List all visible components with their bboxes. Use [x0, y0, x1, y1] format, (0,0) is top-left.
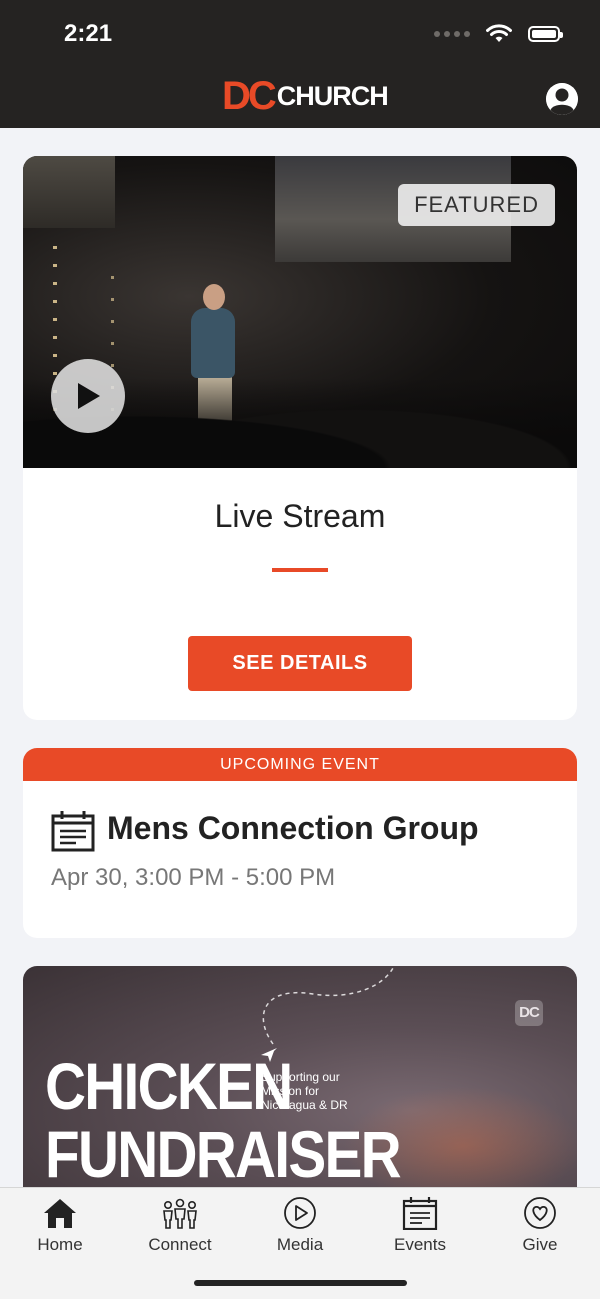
tab-give-label: Give — [522, 1235, 558, 1254]
upcoming-event-card[interactable]: UPCOMING EVENT Mens Connection Group Apr… — [23, 748, 577, 938]
people-icon — [163, 1198, 197, 1229]
promo-image[interactable]: DC Supporting our Mission for Nicaragua … — [23, 966, 577, 1206]
tab-events-label: Events — [394, 1235, 446, 1254]
calendar-icon — [402, 1197, 438, 1230]
calendar-icon — [51, 811, 95, 852]
event-time: Apr 30, 3:00 PM - 5:00 PM — [51, 864, 336, 891]
promo-card[interactable]: DC Supporting our Mission for Nicaragua … — [23, 966, 577, 1206]
play-icon — [78, 383, 100, 409]
tab-connect[interactable]: Connect — [120, 1188, 240, 1268]
profile-button[interactable] — [546, 83, 578, 115]
event-header: UPCOMING EVENT — [23, 748, 577, 781]
title-divider — [272, 568, 328, 572]
tab-events[interactable]: Events — [360, 1188, 480, 1268]
play-button[interactable] — [51, 359, 125, 433]
status-icons — [434, 24, 563, 44]
home-icon — [44, 1199, 76, 1228]
logo-dc-mark: DC — [222, 74, 277, 118]
battery-icon — [528, 26, 563, 42]
logo-church-text: CHURCH — [276, 81, 389, 111]
tab-home-label: Home — [37, 1235, 83, 1254]
tab-media[interactable]: Media — [240, 1188, 360, 1268]
signal-icon — [434, 31, 470, 37]
see-details-button[interactable]: SEE DETAILS — [188, 636, 412, 691]
user-icon — [546, 83, 578, 115]
heart-circle-icon — [524, 1197, 556, 1229]
church-logo: DC CHURCH — [222, 74, 389, 118]
live-stream-thumbnail[interactable]: FEATURED — [23, 156, 577, 468]
featured-badge: FEATURED — [398, 184, 555, 226]
app-header: 2:21 DC CHURCH — [0, 0, 600, 128]
promo-title-line-1: CHICKEN — [45, 1049, 293, 1123]
home-indicator — [194, 1280, 407, 1286]
event-title: Mens Connection Group — [107, 810, 479, 846]
tab-media-label: Media — [276, 1235, 324, 1254]
status-time: 2:21 — [64, 20, 113, 47]
promo-title-line-2: FUNDRAISER — [45, 1117, 402, 1191]
play-circle-icon — [284, 1197, 316, 1229]
featured-title: Live Stream — [214, 498, 386, 534]
flight-path-decoration — [262, 967, 394, 1045]
wifi-icon — [486, 24, 512, 42]
featured-card[interactable]: FEATURED Live Stream SEE DETAILS — [23, 156, 577, 720]
tab-connect-label: Connect — [148, 1235, 212, 1254]
dc-watermark-icon: DC — [515, 1000, 543, 1026]
tab-give[interactable]: Give — [480, 1188, 600, 1268]
tab-home[interactable]: Home — [0, 1188, 120, 1268]
